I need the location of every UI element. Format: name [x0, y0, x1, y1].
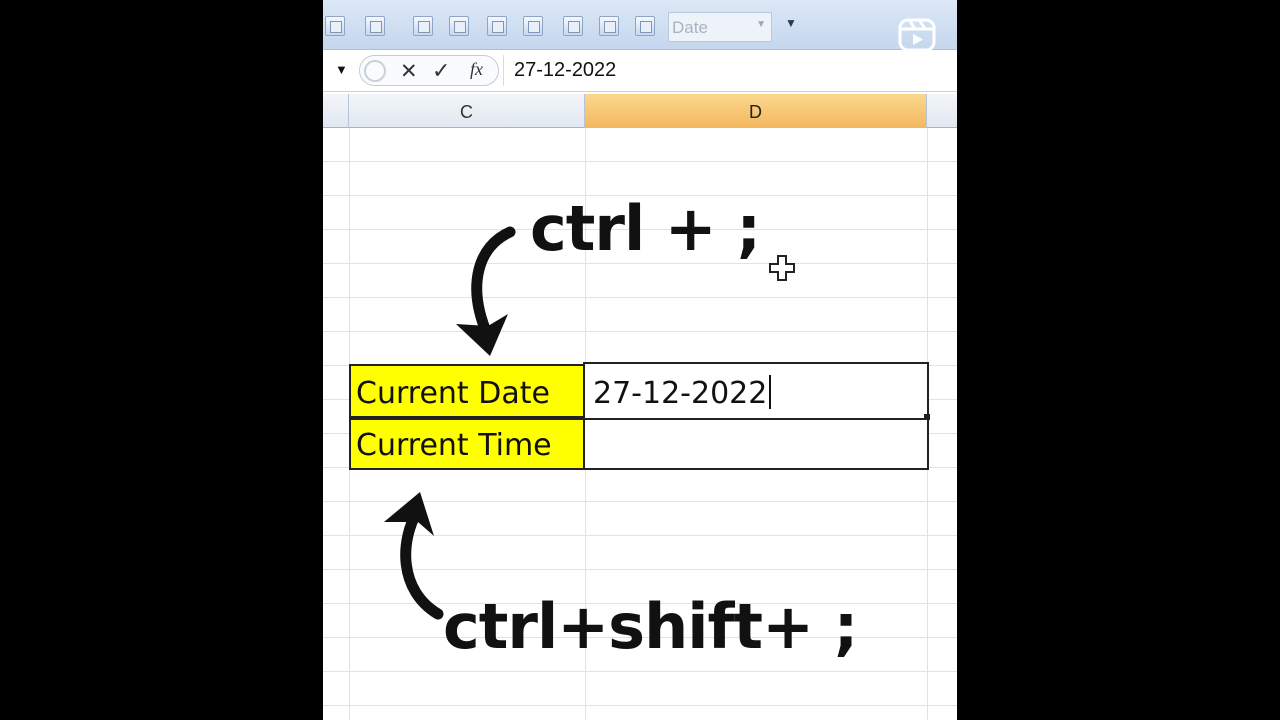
customize-toolbar-icon[interactable]: ▼	[785, 16, 797, 30]
move-cursor-icon	[769, 255, 795, 281]
curved-arrow-down-icon	[456, 226, 516, 356]
cell-current-time-label[interactable]: Current Time	[349, 418, 585, 470]
cell-current-time-value[interactable]	[583, 418, 929, 470]
formula-buttons: ✕ ✓ fx	[359, 55, 499, 86]
fill-handle[interactable]	[924, 414, 930, 420]
reels-play-icon	[898, 18, 936, 52]
folder-icon[interactable]	[563, 16, 583, 36]
card-icon[interactable]	[635, 16, 655, 36]
name-box-dropdown-icon[interactable]: ▼	[335, 62, 348, 77]
cell-current-date-value[interactable]: 27-12-2022	[583, 362, 929, 420]
hierarchy-icon[interactable]	[449, 16, 469, 36]
text-caret	[769, 375, 772, 409]
row-header-strip	[323, 94, 349, 128]
shapes-icon[interactable]	[523, 16, 543, 36]
curved-arrow-up-icon	[384, 492, 444, 620]
time-shortcut-annotation: ctrl+shift+ ;	[443, 590, 858, 663]
enter-button[interactable]: ✓	[432, 58, 450, 84]
insert-function-button[interactable]: fx	[470, 59, 483, 80]
number-format-select[interactable]: Date ▼	[668, 12, 772, 42]
form-icon[interactable]	[487, 16, 507, 36]
spreadsheet-frame: Date ▼ ▼ ▼ ✕ ✓ fx 27-12-2022 C D Current…	[323, 0, 957, 720]
number-format-value: Date	[672, 18, 708, 37]
page-icon[interactable]	[599, 16, 619, 36]
cell-current-date-label[interactable]: Current Date	[349, 364, 585, 418]
formula-bar: ▼ ✕ ✓ fx 27-12-2022	[323, 50, 957, 92]
column-headers: C D	[323, 94, 957, 128]
table-icon[interactable]	[325, 16, 345, 36]
column-header-c[interactable]: C	[349, 94, 585, 128]
circle-icon	[364, 60, 386, 82]
date-shortcut-annotation: ctrl + ;	[530, 192, 761, 265]
ribbon-toolbar: Date ▼ ▼	[323, 0, 957, 52]
document-icon[interactable]	[365, 16, 385, 36]
cell-value-text: 27-12-2022	[593, 376, 768, 411]
flowchart-icon[interactable]	[413, 16, 433, 36]
column-header-d[interactable]: D	[585, 94, 927, 128]
chevron-down-icon: ▼	[756, 19, 766, 30]
formula-input[interactable]: 27-12-2022	[503, 55, 957, 86]
cancel-button[interactable]: ✕	[400, 59, 418, 84]
